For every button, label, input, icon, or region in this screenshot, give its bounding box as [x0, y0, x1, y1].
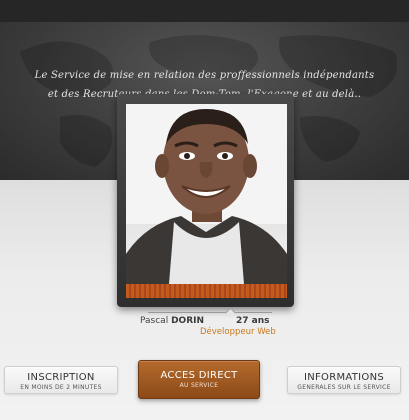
profile-last-name: DORIN	[171, 316, 205, 326]
portrait-illustration	[126, 109, 287, 284]
inscription-subtitle: EN MOINS DE 2 MINUTES	[20, 384, 102, 391]
informations-subtitle: GENERALES SUR LE SERVICE	[297, 384, 391, 391]
profile-photo	[126, 104, 287, 284]
profile-first-name: Pascal	[140, 316, 169, 326]
informations-title: INFORMATIONS	[303, 372, 385, 383]
inscription-button[interactable]: INSCRIPTION EN MOINS DE 2 MINUTES	[4, 366, 118, 394]
caption-divider	[148, 312, 272, 313]
informations-button[interactable]: INFORMATIONS GENERALES SUR LE SERVICE	[287, 366, 401, 394]
profile-job: Développeur Web	[200, 327, 276, 337]
top-bar	[0, 0, 409, 22]
acces-direct-subtitle: AU SERVICE	[179, 382, 219, 389]
shirt-strip	[126, 284, 287, 298]
inscription-title: INSCRIPTION	[27, 372, 95, 383]
tagline-line-1: Le Service de mise en relation des proff…	[34, 70, 375, 81]
profile-age: 27 ans	[236, 316, 270, 326]
acces-direct-button[interactable]: ACCES DIRECT AU SERVICE	[138, 360, 260, 399]
acces-direct-title: ACCES DIRECT	[160, 370, 238, 381]
profile-name: Pascal DORIN	[140, 316, 204, 326]
